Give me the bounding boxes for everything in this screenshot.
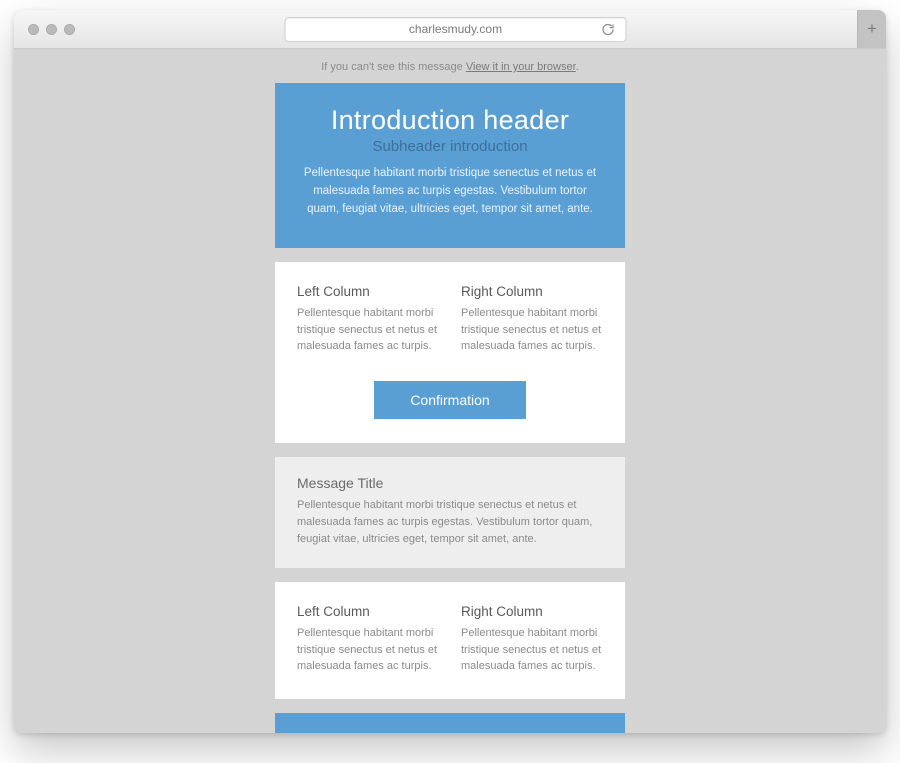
hero-body: Pellentesque habitant morbi tristique se… — [299, 165, 601, 218]
column-title: Left Column — [297, 284, 439, 299]
two-column-section: Left Column Pellentesque habitant morbi … — [275, 262, 625, 443]
preheader-suffix: . — [576, 61, 579, 73]
titlebar: charlesmudy.com + — [14, 10, 886, 49]
new-tab-button[interactable]: + — [857, 10, 886, 48]
column-left: Left Column Pellentesque habitant morbi … — [297, 604, 439, 675]
hero-subtitle: Subheader introduction — [299, 138, 601, 155]
column-title: Left Column — [297, 604, 439, 619]
message-section: Message Title Pellentesque habitant morb… — [275, 457, 625, 568]
minimize-icon[interactable] — [46, 24, 57, 35]
column-body: Pellentesque habitant morbi tristique se… — [461, 625, 603, 675]
column-title: Right Column — [461, 604, 603, 619]
column-right: Right Column Pellentesque habitant morbi… — [461, 604, 603, 675]
two-column-section-2: Left Column Pellentesque habitant morbi … — [275, 582, 625, 699]
column-right: Right Column Pellentesque habitant morbi… — [461, 284, 603, 355]
column-body: Pellentesque habitant morbi tristique se… — [297, 625, 439, 675]
zoom-icon[interactable] — [64, 24, 75, 35]
reload-icon[interactable] — [601, 22, 616, 37]
close-icon[interactable] — [28, 24, 39, 35]
message-title: Message Title — [297, 475, 603, 491]
confirmation-button[interactable]: Confirmation — [374, 381, 525, 419]
address-bar[interactable]: charlesmudy.com — [285, 17, 627, 42]
preheader-text: If you can't see this message — [321, 61, 466, 73]
email-body: Introduction header Subheader introducti… — [275, 83, 625, 733]
column-body: Pellentesque habitant morbi tristique se… — [461, 305, 603, 355]
column-body: Pellentesque habitant morbi tristique se… — [297, 305, 439, 355]
window-controls — [14, 24, 75, 35]
hero-section: Introduction header Subheader introducti… — [275, 83, 625, 248]
column-left: Left Column Pellentesque habitant morbi … — [297, 284, 439, 355]
preheader: If you can't see this message View it in… — [14, 49, 886, 83]
view-in-browser-link[interactable]: View it in your browser — [466, 61, 576, 73]
hero-title: Introduction header — [299, 105, 601, 136]
column-title: Right Column — [461, 284, 603, 299]
feature-section — [275, 713, 625, 733]
viewport: If you can't see this message View it in… — [14, 49, 886, 733]
message-body: Pellentesque habitant morbi tristique se… — [297, 497, 603, 548]
browser-window: charlesmudy.com + If you can't see this … — [14, 10, 886, 733]
